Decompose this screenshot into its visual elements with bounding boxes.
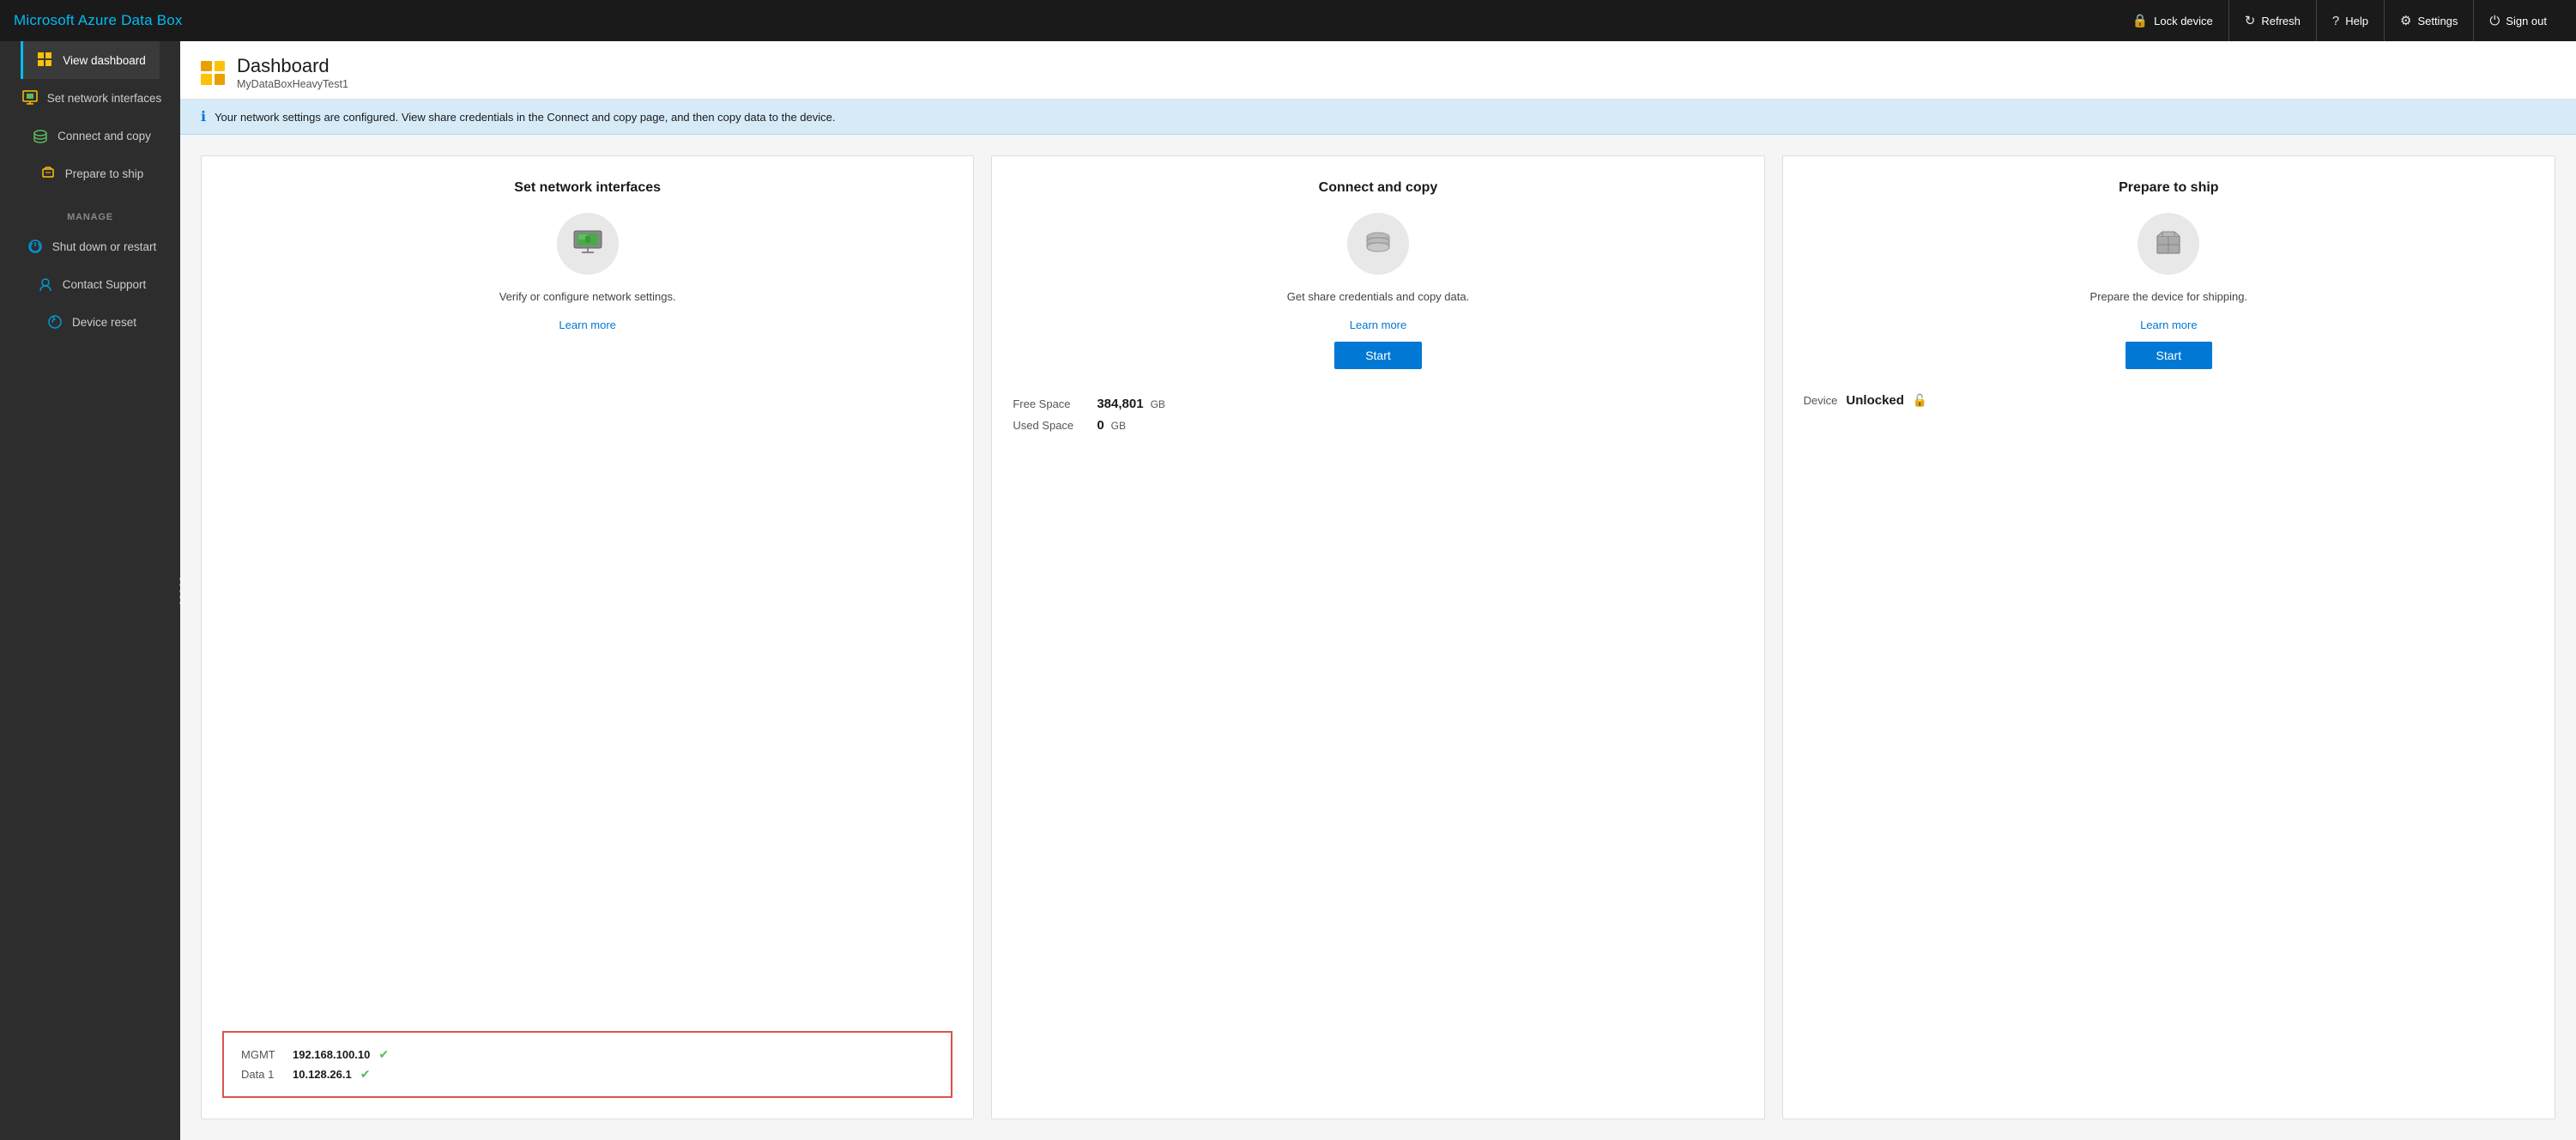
topbar: Microsoft Azure Data Box 🔒 Lock device ↻…	[0, 0, 2576, 41]
dashboard-grid-icon	[201, 61, 225, 85]
sidebar-label-view-dashboard: View dashboard	[63, 54, 146, 67]
lock-device-button[interactable]: 🔒 Lock device	[2116, 0, 2228, 41]
card-learn-more-network[interactable]: Learn more	[559, 318, 615, 331]
card-learn-more-copy[interactable]: Learn more	[1350, 318, 1406, 331]
help-button[interactable]: ? Help	[2316, 0, 2384, 41]
topbar-actions: 🔒 Lock device ↻ Refresh ? Help ⚙ Setting…	[2116, 0, 2562, 41]
space-value-free: 384,801	[1097, 397, 1143, 411]
sidebar-item-shut-down-or-restart[interactable]: Shut down or restart	[10, 227, 171, 265]
refresh-icon: ↻	[2245, 13, 2256, 28]
card-description-network: Verify or configure network settings.	[499, 290, 676, 303]
sidebar-label-contact-support: Contact Support	[63, 278, 147, 291]
settings-icon: ⚙	[2400, 13, 2411, 28]
space-unit-used: GB	[1111, 420, 1126, 432]
cards-container: Set network interfaces V	[180, 135, 2576, 1140]
check-icon-data1: ✔	[360, 1067, 371, 1082]
lock-icon: 🔒	[2132, 13, 2148, 28]
sidebar-resize-handle[interactable]	[175, 41, 180, 1140]
card-icon-ship-wrapper	[2138, 213, 2199, 275]
lock-open-icon: 🔓	[1913, 393, 1927, 408]
sidebar-item-contact-support[interactable]: Contact Support	[21, 265, 160, 303]
sidebar-item-set-network-interfaces[interactable]: Set network interfaces	[5, 79, 176, 117]
dashboard-icon	[37, 52, 54, 69]
card-title-copy: Connect and copy	[1319, 180, 1438, 196]
sidebar-item-device-reset[interactable]: Device reset	[30, 303, 150, 341]
card-icon-ship	[2150, 226, 2186, 262]
network-value-mgmt: 192.168.100.10	[293, 1048, 370, 1061]
page-title: Dashboard	[237, 55, 348, 77]
card-learn-more-ship[interactable]: Learn more	[2140, 318, 2197, 331]
check-icon-mgmt: ✔	[378, 1047, 389, 1062]
network-row-data1: Data 1 10.128.26.1 ✔	[241, 1064, 934, 1084]
network-icon	[21, 89, 39, 106]
card-footer-copy: Free Space 384,801 GB Used Space 0 GB	[1013, 393, 1743, 436]
card-icon-network	[570, 226, 606, 262]
network-row-mgmt: MGMT 192.168.100.10 ✔	[241, 1045, 934, 1064]
card-icon-copy	[1360, 226, 1396, 262]
sidebar-label-connect-and-copy: Connect and copy	[57, 130, 151, 142]
content-header-top: Dashboard MyDataBoxHeavyTest1	[201, 55, 2555, 90]
card-footer-network: MGMT 192.168.100.10 ✔ Data 1 10.128.26.1…	[222, 1024, 952, 1098]
card-set-network-interfaces: Set network interfaces V	[201, 155, 974, 1119]
card-prepare-to-ship: Prepare to ship Prepare the device for s…	[1782, 155, 2555, 1119]
card-icon-copy-wrapper	[1347, 213, 1409, 275]
page-subtitle: MyDataBoxHeavyTest1	[237, 78, 348, 90]
main-content: Dashboard MyDataBoxHeavyTest1 ℹ Your net…	[180, 41, 2576, 1140]
power-icon: ⏻	[2489, 14, 2500, 28]
sidebar-item-connect-and-copy[interactable]: Connect and copy	[15, 117, 165, 155]
space-row-used: Used Space 0 GB	[1013, 415, 1743, 436]
header-text: Dashboard MyDataBoxHeavyTest1	[237, 55, 348, 90]
settings-button[interactable]: ⚙ Settings	[2384, 0, 2473, 41]
network-value-data1: 10.128.26.1	[293, 1068, 352, 1081]
device-label: Device	[1804, 394, 1838, 407]
card-title-network: Set network interfaces	[514, 180, 661, 196]
info-banner: ℹ Your network settings are configured. …	[180, 100, 2576, 135]
card-title-ship: Prepare to ship	[2119, 180, 2218, 196]
card-connect-and-copy: Connect and copy Get share credentials a…	[991, 155, 1764, 1119]
sidebar-item-view-dashboard[interactable]: View dashboard	[21, 41, 160, 79]
network-label-data1: Data 1	[241, 1068, 284, 1081]
sidebar-label-device-reset: Device reset	[72, 316, 136, 329]
shutdown-icon	[27, 238, 44, 255]
space-unit-free: GB	[1151, 398, 1165, 410]
space-value-used: 0	[1097, 418, 1104, 433]
card-footer-ship: Device Unlocked 🔓	[1804, 393, 2534, 408]
banner-message: Your network settings are configured. Vi…	[215, 111, 835, 124]
card-start-copy-button[interactable]: Start	[1334, 342, 1422, 369]
ship-icon	[39, 165, 57, 182]
sidebar: View dashboard Set network interfaces	[0, 41, 180, 1140]
network-info-box: MGMT 192.168.100.10 ✔ Data 1 10.128.26.1…	[222, 1031, 952, 1098]
content-header: Dashboard MyDataBoxHeavyTest1	[180, 41, 2576, 100]
sign-out-button[interactable]: ⏻ Sign out	[2473, 0, 2562, 41]
sidebar-label-set-network-interfaces: Set network interfaces	[47, 92, 162, 105]
card-icon-network-wrapper	[557, 213, 619, 275]
device-value: Unlocked	[1846, 393, 1904, 408]
layout: View dashboard Set network interfaces	[0, 41, 2576, 1140]
card-start-ship-button[interactable]: Start	[2126, 342, 2213, 369]
copy-icon	[32, 127, 49, 144]
info-icon: ℹ	[201, 108, 206, 125]
card-description-copy: Get share credentials and copy data.	[1287, 290, 1469, 303]
card-description-ship: Prepare the device for shipping.	[2090, 290, 2248, 303]
sidebar-label-shut-down-or-restart: Shut down or restart	[52, 240, 157, 253]
manage-section-label: MANAGE	[53, 200, 127, 227]
network-label-mgmt: MGMT	[241, 1048, 284, 1061]
space-label-used: Used Space	[1013, 419, 1090, 432]
refresh-button[interactable]: ↻ Refresh	[2228, 0, 2316, 41]
space-row-free: Free Space 384,801 GB	[1013, 393, 1743, 415]
space-label-free: Free Space	[1013, 397, 1090, 410]
sidebar-item-prepare-to-ship[interactable]: Prepare to ship	[23, 155, 158, 192]
sidebar-label-prepare-to-ship: Prepare to ship	[65, 167, 144, 180]
support-icon	[37, 276, 54, 293]
app-title: Microsoft Azure Data Box	[14, 12, 183, 29]
reset-icon	[46, 313, 63, 330]
help-icon: ?	[2332, 14, 2339, 28]
